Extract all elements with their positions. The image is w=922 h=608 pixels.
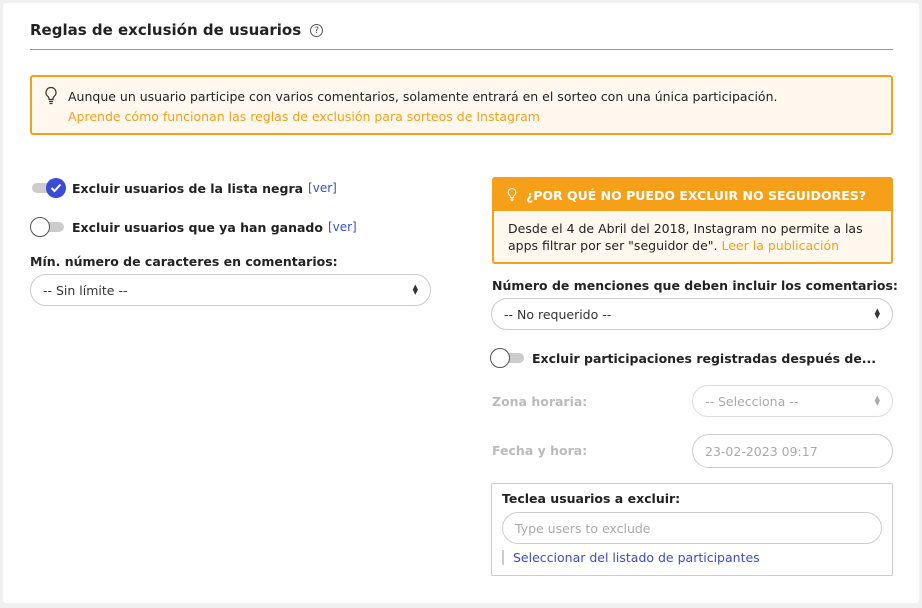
select-arrows-icon: ▲ ▼ <box>412 283 418 296</box>
winners-ver-link[interactable]: [ver] <box>328 220 357 234</box>
select-arrows-icon: ▲ ▼ <box>874 307 880 320</box>
winners-toggle[interactable] <box>30 217 66 237</box>
datetime-label: Fecha y hora: <box>492 443 588 458</box>
info-notice: Aunque un usuario participe con varios c… <box>30 75 893 135</box>
blacklist-row: Excluir usuarios de la lista negra [ver] <box>30 178 337 198</box>
mentions-value: -- No requerido -- <box>504 306 612 322</box>
section-title: Reglas de exclusión de usuarios <box>30 21 302 39</box>
timezone-label: Zona horaria: <box>492 394 588 409</box>
check-icon <box>50 183 62 193</box>
lightbulb-icon <box>507 188 517 202</box>
lightbulb-icon <box>45 86 57 105</box>
mentions-select[interactable]: -- No requerido -- ▲ ▼ <box>491 298 893 330</box>
timezone-value: -- Selecciona -- <box>705 393 799 409</box>
timezone-select[interactable]: -- Selecciona -- ▲ ▼ <box>692 385 893 417</box>
warning-body: Desde el 4 de Abril del 2018, Instagram … <box>494 211 891 263</box>
after-date-toggle[interactable] <box>490 348 526 368</box>
notice-link[interactable]: Aprende cómo funcionan las reglas de exc… <box>68 107 877 127</box>
blacklist-label: Excluir usuarios de la lista negra <box>72 180 304 196</box>
blacklist-toggle[interactable] <box>30 178 66 198</box>
warning-title: ¿POR QUÉ NO PUEDO EXCLUIR NO SEGUIDORES? <box>526 187 866 203</box>
help-icon[interactable]: ? <box>310 24 324 37</box>
section-header: Reglas de exclusión de usuarios ? <box>30 21 893 50</box>
min-chars-select[interactable]: -- Sin límite -- ▲ ▼ <box>30 274 431 306</box>
exclude-users-label: Teclea usuarios a excluir: <box>502 491 681 506</box>
followers-warning: ¿POR QUÉ NO PUEDO EXCLUIR NO SEGUIDORES?… <box>492 177 893 264</box>
exclusion-rules-panel: Reglas de exclusión de usuarios ? Aunque… <box>3 3 919 603</box>
blacklist-ver-link[interactable]: [ver] <box>308 181 337 195</box>
exclude-users-box: Teclea usuarios a excluir: Seleccionar d… <box>491 483 893 576</box>
select-arrows-icon: ▲ ▼ <box>874 394 880 407</box>
exclude-users-input[interactable] <box>502 512 882 544</box>
notice-text: Aunque un usuario participe con varios c… <box>68 89 778 104</box>
datetime-input[interactable]: 23-02-2023 09:17 <box>692 434 893 468</box>
min-chars-value: -- Sin límite -- <box>43 282 128 298</box>
winners-label: Excluir usuarios que ya han ganado <box>72 219 323 235</box>
datetime-value: 23-02-2023 09:17 <box>705 443 818 459</box>
warning-header: ¿POR QUÉ NO PUEDO EXCLUIR NO SEGUIDORES? <box>494 179 891 211</box>
select-participants-link[interactable]: Seleccionar del listado de participantes <box>502 550 882 565</box>
after-date-label: Excluir participaciones registradas desp… <box>532 350 877 366</box>
min-chars-label: Mín. número de caracteres en comentarios… <box>30 254 338 269</box>
warning-link[interactable]: Leer la publicación <box>722 238 840 253</box>
winners-row: Excluir usuarios que ya han ganado [ver] <box>30 217 357 237</box>
after-date-row: Excluir participaciones registradas desp… <box>490 348 876 368</box>
mentions-label: Número de menciones que deben incluir lo… <box>492 278 898 293</box>
